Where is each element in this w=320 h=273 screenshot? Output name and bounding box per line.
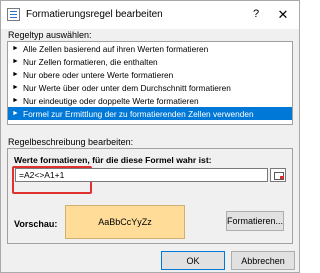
arrow-right-icon: ► — [12, 58, 19, 65]
arrow-right-icon: ► — [12, 45, 19, 52]
rule-description-panel: Werte formatieren, für die diese Formel … — [7, 148, 293, 244]
rule-type-item-label: Nur Werte über oder unter dem Durchschni… — [23, 82, 231, 93]
arrow-right-icon: ► — [12, 110, 19, 117]
rule-type-item-label: Alle Zellen basierend auf ihren Werten f… — [23, 43, 209, 54]
rule-type-item-unique-duplicate[interactable]: ► Nur eindeutige oder doppelte Werte for… — [8, 94, 292, 107]
preview-label: Vorschau: — [14, 219, 58, 229]
formula-label: Werte formatieren, für die diese Formel … — [14, 155, 212, 165]
help-button[interactable]: ? — [247, 5, 265, 23]
dialog-title: Formatierungsregel bearbeiten — [26, 9, 163, 20]
arrow-right-icon: ► — [12, 97, 19, 104]
format-preview: AaBbCcYyZz — [65, 205, 185, 239]
collapse-dialog-icon[interactable] — [270, 168, 286, 182]
rule-type-label: Regeltyp auswählen: — [8, 30, 92, 40]
rule-type-item-all-cells[interactable]: ► Alle Zellen basierend auf ihren Werten… — [8, 42, 292, 55]
cancel-button[interactable]: Abbrechen — [231, 251, 295, 270]
rule-type-item-top-bottom[interactable]: ► Nur obere oder untere Werte formatiere… — [8, 68, 292, 81]
ok-button[interactable]: OK — [161, 251, 225, 270]
format-button[interactable]: Formatieren... — [226, 211, 284, 231]
dialog-window: Formatierungsregel bearbeiten ? ✕ Regelt… — [0, 0, 300, 273]
rule-type-item-average[interactable]: ► Nur Werte über oder unter dem Durchsch… — [8, 81, 292, 94]
title-bar: Formatierungsregel bearbeiten ? ✕ — [1, 1, 299, 29]
app-icon — [7, 8, 20, 21]
rule-type-item-label: Nur eindeutige oder doppelte Werte forma… — [23, 95, 199, 106]
rule-type-list[interactable]: ► Alle Zellen basierend auf ihren Werten… — [7, 41, 293, 125]
close-button[interactable]: ✕ — [274, 5, 292, 23]
rule-type-item-label: Nur Zellen formatieren, die enthalten — [23, 56, 158, 67]
rule-type-item-formula[interactable]: ► Formel zur Ermittlung der zu formatier… — [8, 107, 292, 120]
rule-type-item-contains[interactable]: ► Nur Zellen formatieren, die enthalten — [8, 55, 292, 68]
rule-type-item-label: Formel zur Ermittlung der zu formatieren… — [23, 108, 254, 119]
arrow-right-icon: ► — [12, 71, 19, 78]
rule-type-item-label: Nur obere oder untere Werte formatieren — [23, 69, 174, 80]
rule-description-label: Regelbeschreibung bearbeiten: — [8, 137, 134, 147]
formula-input[interactable]: =A2<>A1+1 — [15, 168, 268, 182]
arrow-right-icon: ► — [12, 84, 19, 91]
